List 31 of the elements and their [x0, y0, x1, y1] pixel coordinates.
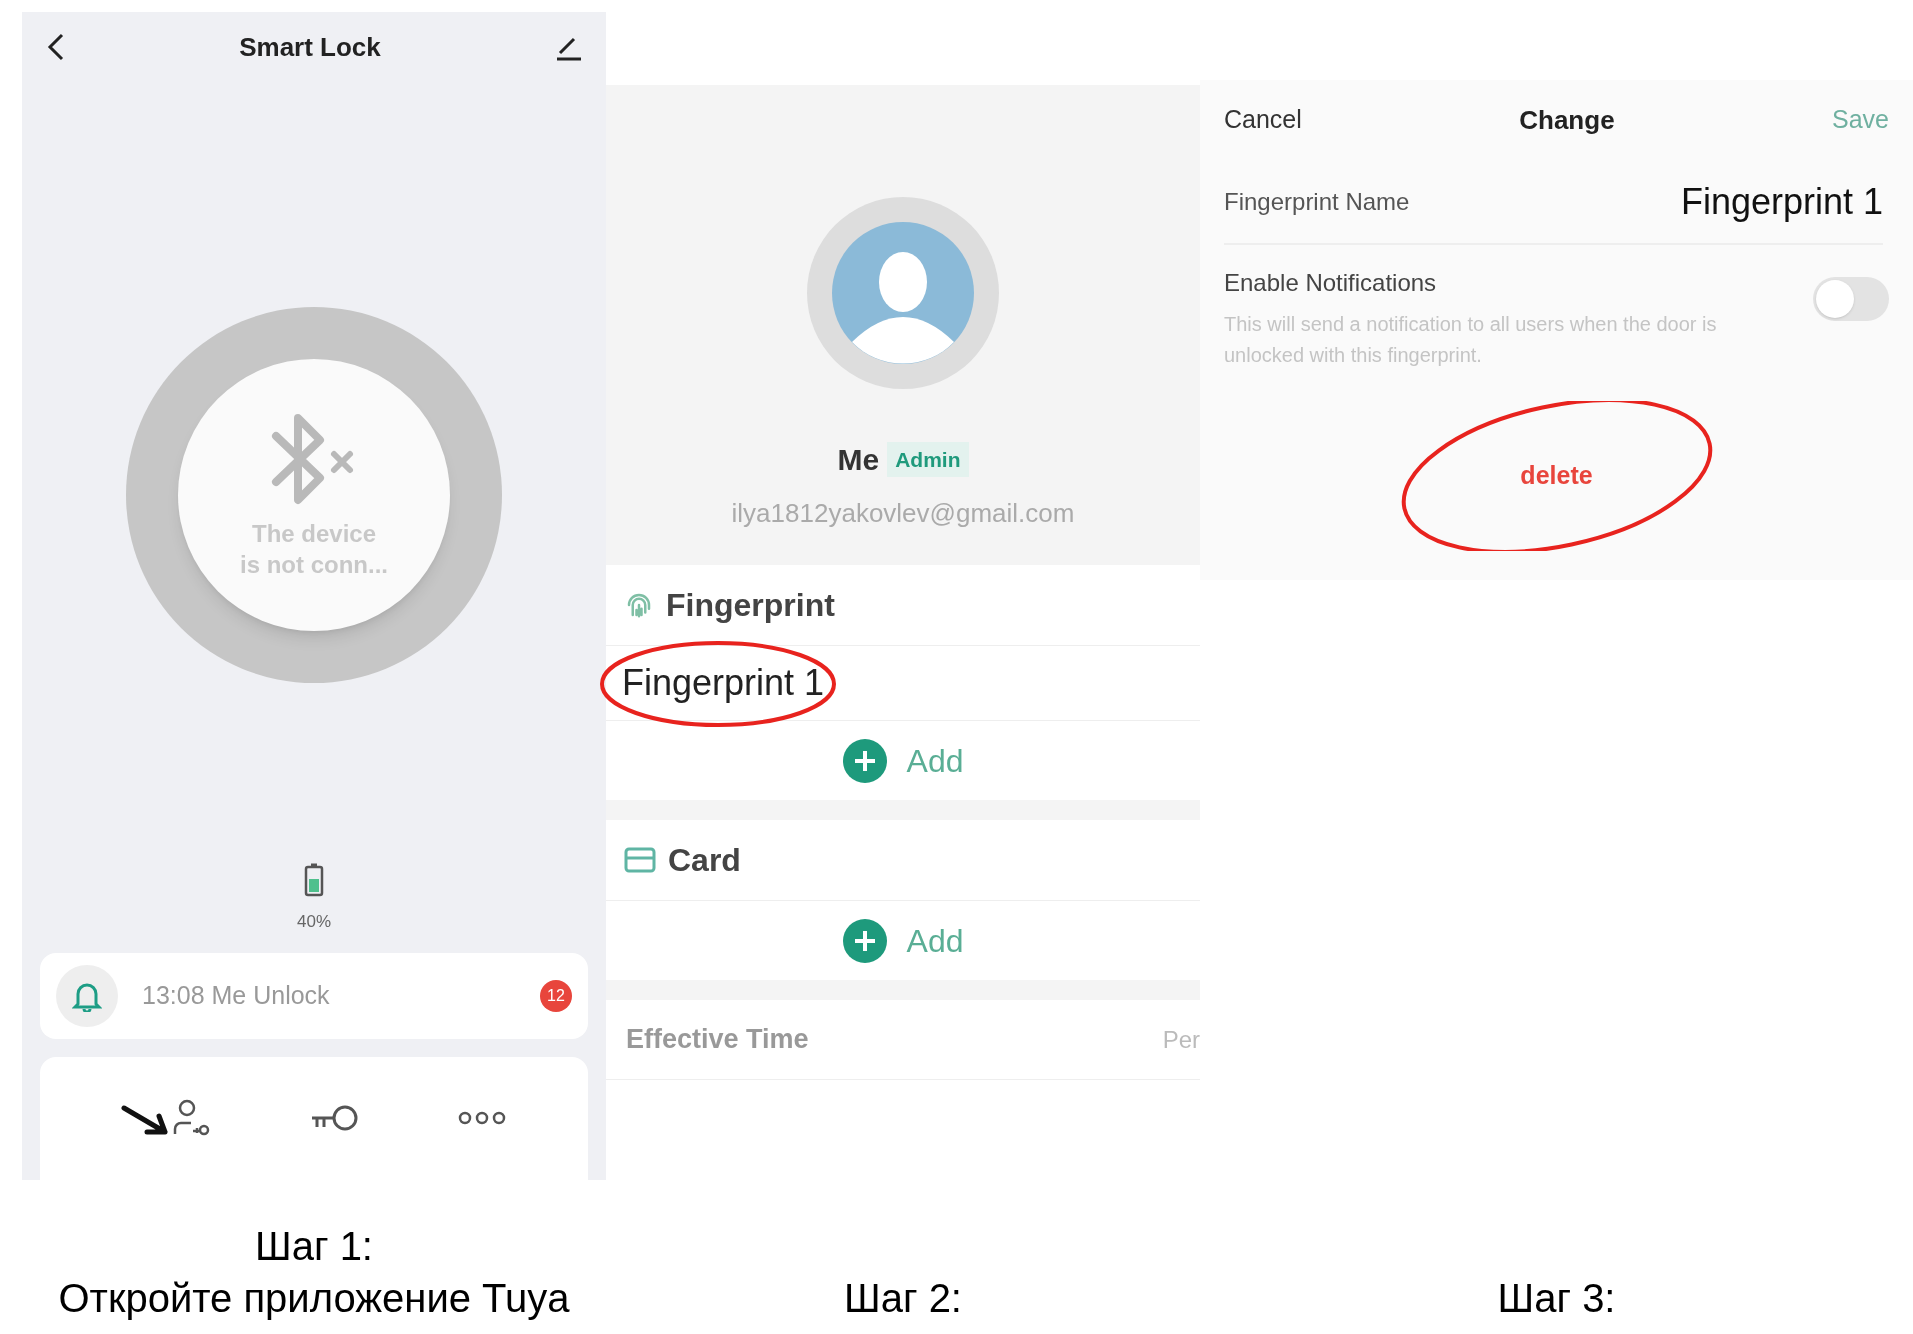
section-title: Fingerprint [666, 586, 835, 625]
battery-percent: 40% [297, 911, 331, 933]
name-field[interactable]: Fingerprint 1 [1680, 174, 1883, 229]
add-button[interactable]: Add [842, 916, 964, 965]
section-title: Card [668, 841, 741, 880]
effective-time-label: Effective Time [626, 1023, 809, 1057]
role-badge: Admin [887, 441, 969, 478]
field-label: Fingerprint Name [1224, 186, 1410, 217]
add-button[interactable]: Add [842, 736, 964, 785]
back-icon[interactable] [46, 32, 66, 62]
save-button[interactable]: Save [1832, 101, 1889, 139]
step-instruction: Откройте приложение Tuya [58, 1275, 570, 1322]
unlock-log-text[interactable]: 13:08 Me Unlock [142, 976, 540, 1015]
effective-time-value[interactable]: Per [1162, 1021, 1200, 1058]
plus-icon [842, 738, 887, 783]
user-name: Me [837, 442, 880, 478]
screen-title: Smart Lock [239, 30, 381, 64]
step-caption: Шаг 1: [255, 1223, 373, 1270]
screen-title: Change [1519, 103, 1615, 137]
unread-count: 12 [540, 979, 572, 1012]
notification-toggle[interactable] [1813, 277, 1889, 321]
step-caption: Шаг 2: [844, 1275, 962, 1322]
card-icon [624, 847, 656, 873]
more-icon[interactable] [457, 1110, 507, 1127]
delete-button[interactable]: delete [1520, 457, 1593, 495]
cancel-button[interactable]: Cancel [1224, 101, 1302, 139]
battery-icon [304, 863, 324, 897]
plus-icon [842, 918, 887, 963]
step-caption: Шаг 3: [1497, 1275, 1616, 1322]
setting-label: Enable Notifications [1224, 268, 1438, 298]
user-email: ilya1812yakovlev@gmail.com [731, 497, 1075, 530]
